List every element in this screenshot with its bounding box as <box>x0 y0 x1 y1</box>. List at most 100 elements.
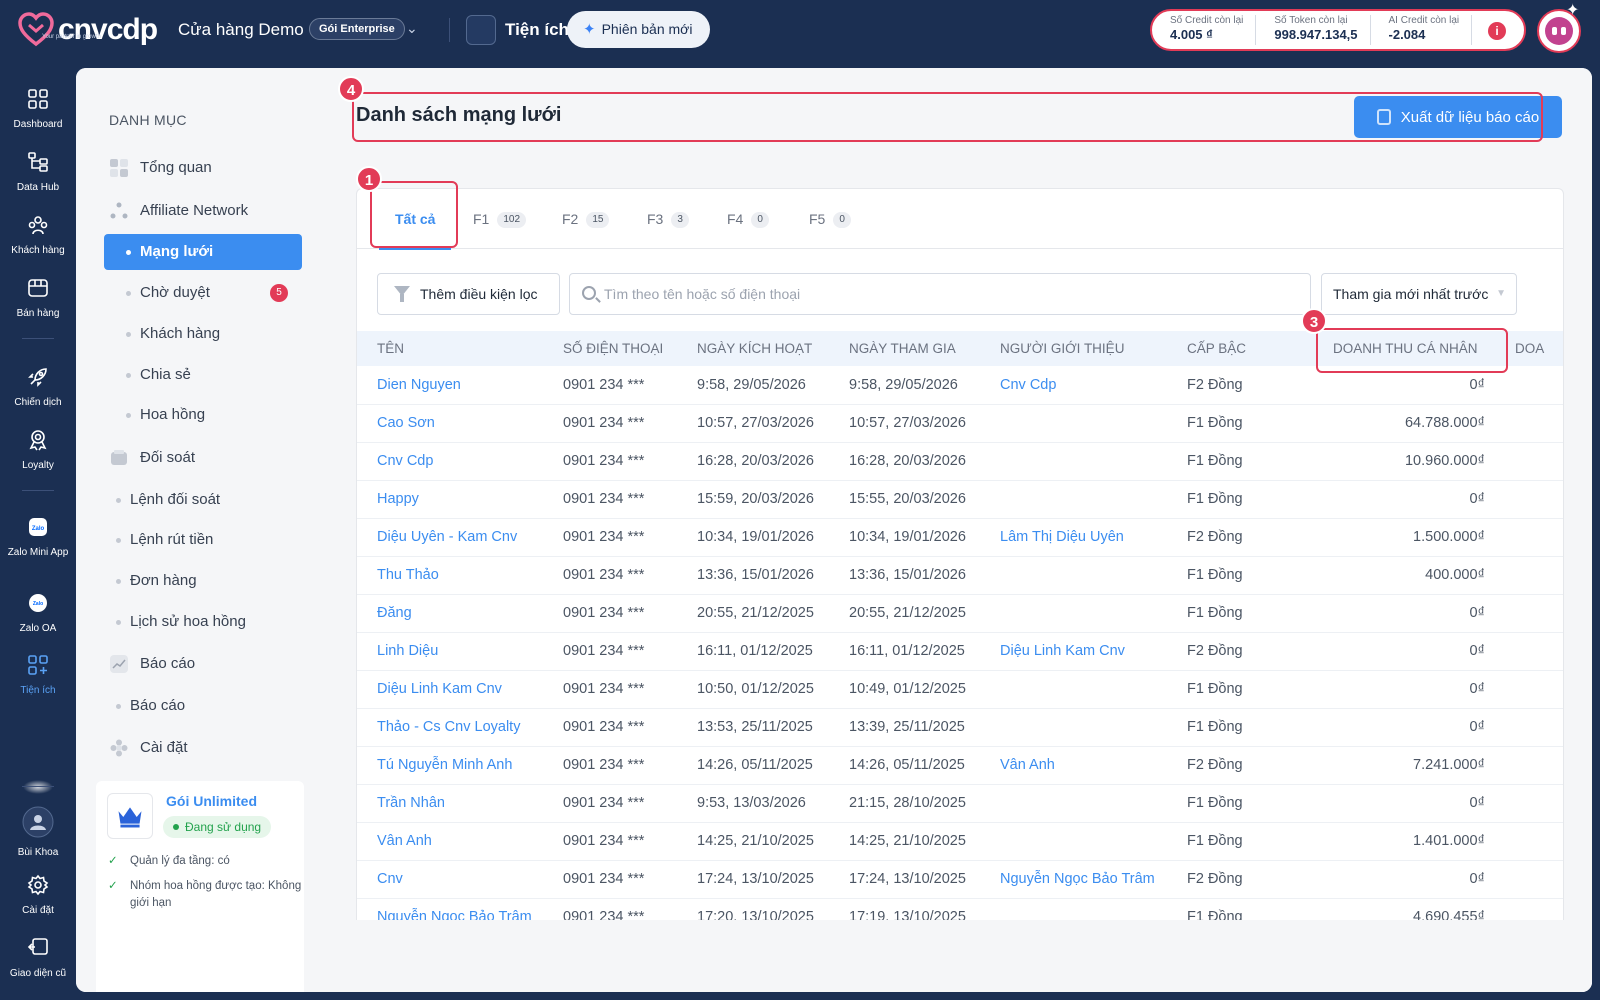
menu-item-commission-history[interactable]: Lịch sử hoa hồng <box>104 604 302 640</box>
credit-panel[interactable]: Số Credit còn lại 4.005 ₫ Số Token còn l… <box>1150 9 1526 51</box>
cell-name[interactable]: Dien Nguyen <box>377 366 461 404</box>
menu-item-commission[interactable]: Hoa hồng <box>104 397 302 433</box>
cell-name[interactable]: Trần Nhân <box>377 784 445 822</box>
tab-f4[interactable]: F4 0 <box>727 189 769 249</box>
cell-personal-revenue: 0₫ <box>1469 491 1485 507</box>
add-filter-button[interactable]: Thêm điều kiện lọc <box>377 273 560 315</box>
col-referrer[interactable]: NGƯỜI GIỚI THIỆU <box>1000 331 1124 366</box>
rail-campaigns[interactable]: Chiến dịch <box>0 366 76 408</box>
tab-label: F1 <box>473 211 490 227</box>
tab-f2[interactable]: F2 15 <box>562 189 610 249</box>
menu-item-withdrawals[interactable]: Lệnh rút tiền <box>104 522 302 558</box>
cell-referrer[interactable]: Diệu Linh Kam Cnv <box>1000 632 1125 670</box>
cell-name[interactable]: Cnv <box>377 860 403 898</box>
bot-eye <box>1552 27 1557 35</box>
cell-name[interactable]: Đăng <box>377 594 412 632</box>
table-row[interactable]: Tú Nguyễn Minh Anh 0901 234 *** 14:26, 05/… <box>357 746 1563 785</box>
table-row[interactable]: Diệu Uyên - Kam Cnv 0901 234 *** 10:34, 19… <box>357 518 1563 557</box>
tab-f5[interactable]: F5 0 <box>809 189 851 249</box>
rail-utilities[interactable]: Tiện ích <box>0 654 76 696</box>
table-row[interactable]: Happy 0901 234 *** 15:59, 20/03/2026 15:55,… <box>357 480 1563 519</box>
rail-data-hub[interactable]: Data Hub <box>0 151 76 193</box>
cell-activated: 10:57, 27/03/2026 <box>697 415 814 431</box>
table-row[interactable]: Thu Thảo 0901 234 *** 13:36, 15/01/2026 13:… <box>357 556 1563 595</box>
col-rank[interactable]: CẤP BẬC <box>1187 331 1246 366</box>
cell-personal-revenue: 1.401.000₫ <box>1413 833 1485 849</box>
cell-referrer[interactable]: Vân Anh <box>1000 746 1055 784</box>
credit-item: Số Credit còn lại 4.005 ₫ <box>1152 15 1257 45</box>
cell-name[interactable]: Cao Sơn <box>377 404 435 442</box>
cell-referrer[interactable]: Nguyễn Ngọc Bảo Trâm <box>1000 860 1155 898</box>
cell-name[interactable]: Diệu Uyên - Kam Cnv <box>377 518 517 556</box>
menu-item-customers[interactable]: Khách hàng <box>104 316 302 352</box>
menu-item-share[interactable]: Chia sẻ <box>104 357 302 393</box>
menu-item-reports[interactable]: Báo cáo <box>104 646 302 682</box>
rail-old-ui[interactable]: Giao diện cũ <box>0 937 76 979</box>
store-name[interactable]: Cửa hàng Demo <box>178 20 304 40</box>
utility-icon[interactable] <box>466 15 496 45</box>
table-row[interactable]: Linh Diệu 0901 234 *** 16:11, 01/12/2025 16… <box>357 632 1563 671</box>
cell-activated: 14:26, 05/11/2025 <box>697 757 813 773</box>
menu-item-overview[interactable]: Tổng quan <box>104 150 302 186</box>
table-row[interactable]: Cao Sơn 0901 234 *** 10:57, 27/03/2026 10:5… <box>357 404 1563 443</box>
col-name[interactable]: TÊN <box>377 331 404 366</box>
token-item: Số Token còn lại 998.947.134,5 <box>1256 15 1371 45</box>
rail-settings[interactable]: Cài đặt <box>0 874 76 916</box>
rail-zalo-oa[interactable]: Zalo Zalo OA <box>0 592 76 634</box>
zalo-oa-icon: Zalo <box>29 594 47 612</box>
menu-item-settings[interactable]: Cài đặt <box>104 730 302 766</box>
rail-user[interactable]: Bùi Khoa <box>0 806 76 858</box>
menu-item-network[interactable]: Mạng lưới <box>104 234 302 270</box>
rail-dashboard[interactable]: Dashboard <box>0 88 76 130</box>
table-row[interactable]: Thảo - Cs Cnv Loyalty 0901 234 *** 13:53, … <box>357 708 1563 747</box>
rail-sales[interactable]: Bán hàng <box>0 277 76 319</box>
new-version-button[interactable]: ✦ Phiên bản mới <box>567 11 711 48</box>
menu-heading: DANH MỤC <box>109 112 187 128</box>
tab-f3[interactable]: F3 3 <box>647 189 689 249</box>
chevron-down-icon[interactable]: ⌄ <box>406 20 418 37</box>
menu-item-label: Báo cáo <box>140 655 196 672</box>
menu-item-affiliate-network[interactable]: Affiliate Network <box>104 193 302 229</box>
tab-label: F4 <box>727 211 744 227</box>
menu-item-reconcile-orders[interactable]: Lệnh đối soát <box>104 482 302 518</box>
cell-name[interactable]: Cnv Cdp <box>377 442 433 480</box>
table-row[interactable]: Cnv Cdp 0901 234 *** 16:28, 20/03/2026 16:2… <box>357 442 1563 481</box>
brand-logo[interactable]: cnvcdp <box>18 12 158 48</box>
cell-referrer[interactable]: Lâm Thị Diệu Uyên <box>1000 518 1124 556</box>
menu-item-pending[interactable]: Chờ duyệt 5 <box>104 275 302 311</box>
col-activated[interactable]: NGÀY KÍCH HOẠT <box>697 331 812 366</box>
col-phone[interactable]: SỐ ĐIỆN THOẠI <box>563 331 663 366</box>
table-row[interactable]: Diệu Linh Kam Cnv 0901 234 *** 10:50, 01/1… <box>357 670 1563 709</box>
tab-f1[interactable]: F1 102 <box>473 189 527 249</box>
rail-customers[interactable]: Khách hàng <box>0 214 76 256</box>
col-revenue-truncated[interactable]: DOA <box>1515 331 1544 366</box>
table-row[interactable]: Cnv 0901 234 *** 17:24, 13/10/2025 17:24, 1… <box>357 860 1563 899</box>
table-row[interactable]: Trần Nhân 0901 234 *** 9:53, 13/03/2026 21:… <box>357 784 1563 823</box>
info-icon[interactable]: i <box>1488 22 1506 40</box>
cell-name[interactable]: Vân Anh <box>377 822 432 860</box>
cell-referrer[interactable]: Cnv Cdp <box>1000 366 1056 404</box>
menu-item-orders[interactable]: Đơn hàng <box>104 563 302 599</box>
menu-item-report[interactable]: Báo cáo <box>104 688 302 724</box>
cell-name[interactable]: Thảo - Cs Cnv Loyalty <box>377 708 520 746</box>
search-input[interactable] <box>604 274 1304 314</box>
col-joined[interactable]: NGÀY THAM GIA <box>849 331 956 366</box>
search-icon <box>582 286 596 300</box>
sort-select[interactable]: Tham gia mới nhất trước ▼ <box>1321 273 1517 315</box>
table-row[interactable]: Đăng 0901 234 *** 20:55, 21/12/2025 20:55, … <box>357 594 1563 633</box>
table-row[interactable]: Vân Anh 0901 234 *** 14:25, 21/10/2025 14:2… <box>357 822 1563 861</box>
cell-name[interactable]: Happy <box>377 480 419 518</box>
cell-activated: 14:25, 21/10/2025 <box>697 833 814 849</box>
rail-zalo-mini-app[interactable]: Zalo Zalo Mini App <box>0 516 76 558</box>
tab-count: 3 <box>671 212 689 229</box>
cell-name[interactable]: Tú Nguyễn Minh Anh <box>377 746 512 784</box>
menu-item-reconciliation[interactable]: Đối soát <box>104 440 302 476</box>
cell-activated: 17:24, 13/10/2025 <box>697 871 814 887</box>
menu-item-label: Cài đặt <box>140 739 188 756</box>
cell-name[interactable]: Diệu Linh Kam Cnv <box>377 670 502 708</box>
cell-rank: F2 Đồng <box>1187 871 1243 887</box>
cell-name[interactable]: Linh Diệu <box>377 632 438 670</box>
tab-label: F5 <box>809 211 826 227</box>
rail-loyalty[interactable]: Loyalty <box>0 429 76 471</box>
cell-name[interactable]: Thu Thảo <box>377 556 439 594</box>
